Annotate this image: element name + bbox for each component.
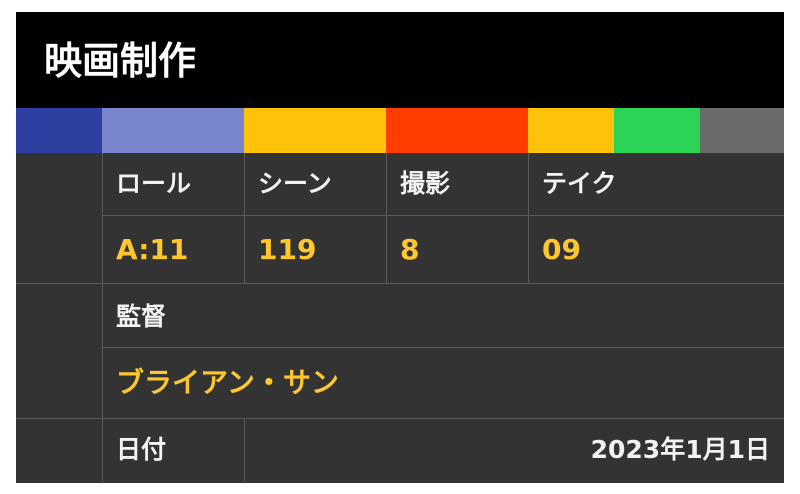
grid-line bbox=[386, 153, 387, 283]
grid-line bbox=[102, 153, 103, 483]
clapperboard-slate: 映画制作 ロール シーン 撮影 テイク A:11 119 8 09 監督 ブライ… bbox=[16, 12, 784, 483]
shot-value: 8 bbox=[400, 233, 420, 266]
roll-value: A:11 bbox=[116, 233, 189, 266]
color-bar-7 bbox=[700, 108, 784, 153]
scene-value: 119 bbox=[258, 233, 317, 266]
shot-label: 撮影 bbox=[400, 169, 451, 198]
take-value: 09 bbox=[542, 233, 581, 266]
color-bars bbox=[16, 108, 784, 153]
grid-line bbox=[102, 215, 784, 216]
color-bar-6 bbox=[614, 108, 700, 153]
take-label: テイク bbox=[542, 169, 617, 198]
production-title: 映画制作 bbox=[44, 39, 197, 83]
director-label: 監督 bbox=[116, 302, 167, 331]
slate-header: 映画制作 bbox=[16, 12, 784, 108]
color-bar-3 bbox=[244, 108, 386, 153]
grid-line bbox=[16, 418, 784, 419]
date-label: 日付 bbox=[116, 435, 167, 464]
date-value: 2023年1月1日 bbox=[590, 435, 770, 464]
director-value: ブライアン・サン bbox=[116, 366, 339, 399]
grid-line bbox=[528, 153, 529, 283]
color-bar-1 bbox=[16, 108, 102, 153]
color-bar-4 bbox=[386, 108, 528, 153]
color-bar-5 bbox=[528, 108, 614, 153]
color-bar-2 bbox=[102, 108, 244, 153]
scene-label: シーン bbox=[258, 169, 332, 198]
roll-label: ロール bbox=[116, 169, 192, 198]
grid-line bbox=[244, 153, 245, 283]
grid-line bbox=[16, 283, 784, 284]
grid-line bbox=[244, 418, 245, 483]
grid-line bbox=[102, 347, 784, 348]
